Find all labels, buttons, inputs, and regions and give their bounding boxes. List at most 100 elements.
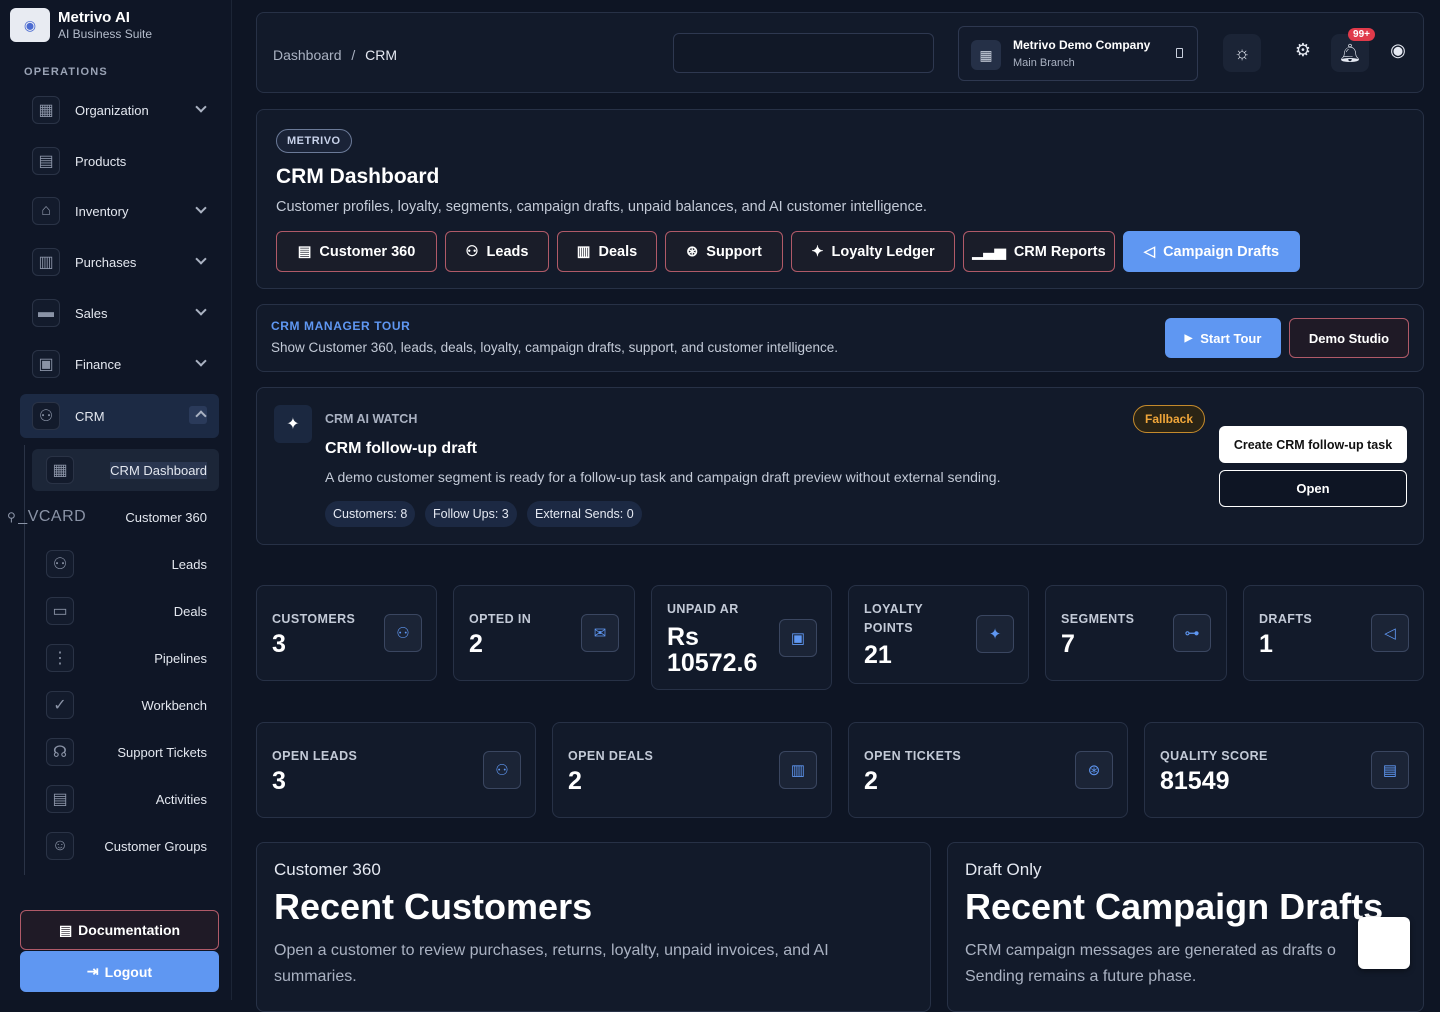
stat-card-segments[interactable]: SEGMENTS 7 ⊶: [1045, 585, 1227, 681]
sidebar-item-label: Inventory: [75, 203, 129, 219]
stat-card-quality-score[interactable]: QUALITY SCORE 81549 ▤: [1144, 722, 1424, 818]
notifications-button[interactable]: 🔔︎ 99+: [1331, 28, 1375, 72]
wallet-icon: ▣: [32, 350, 60, 378]
stat-label: CUSTOMERS: [272, 612, 356, 626]
stat-card-unpaid-ar[interactable]: UNPAID AR Rs 10572.6 ▣: [651, 585, 832, 690]
bell-icon: 🔔︎: [1338, 42, 1362, 63]
sidebar-item-label: Purchases: [75, 254, 137, 270]
hierarchy-icon: ⊶: [1173, 614, 1211, 652]
stat-card-open-leads[interactable]: OPEN LEADS 3 ⚇: [256, 722, 536, 818]
tab-label: Campaign Drafts: [1163, 243, 1280, 260]
stat-card-opted-in[interactable]: OPTED IN 2 ✉: [453, 585, 635, 681]
lifebuoy-icon: ⊛: [686, 243, 699, 260]
tab-campaign-drafts[interactable]: ◁ Campaign Drafts: [1123, 231, 1300, 272]
stat-label: QUALITY SCORE: [1160, 749, 1268, 763]
sidebar-subitem-support-tickets[interactable]: ☊ Support Tickets: [32, 731, 219, 773]
clipboard-check-icon: ▤: [1371, 751, 1409, 789]
tab-support[interactable]: ⊛ Support: [665, 231, 783, 272]
hero-card: METRIVO CRM Dashboard Customer profiles,…: [256, 109, 1424, 289]
sidebar-subitem-activities[interactable]: ▤ Activities: [32, 778, 219, 820]
breadcrumb-root[interactable]: Dashboard: [273, 47, 342, 63]
stat-value-line1: Rs: [667, 623, 699, 651]
brand[interactable]: ◉ Metrivo AI AI Business Suite: [10, 8, 152, 42]
stat-card-customers[interactable]: CUSTOMERS 3 ⚇: [256, 585, 437, 681]
stat-value: 2: [469, 630, 483, 658]
sparkles-icon: ✦: [811, 243, 824, 260]
open-button[interactable]: Open: [1219, 470, 1407, 507]
sidebar-item-label: Products: [75, 153, 127, 169]
calendar-icon: ▤: [46, 785, 74, 813]
ai-watch-title: CRM follow-up draft: [325, 440, 477, 457]
floating-assistant-button[interactable]: [1358, 917, 1410, 969]
sidebar-item-sales[interactable]: ▬ Sales: [20, 292, 219, 334]
panel-description: Open a customer to review purchases, ret…: [274, 942, 829, 985]
stat-label: OPEN LEADS: [272, 749, 358, 763]
stat-card-loyalty-points[interactable]: LOYALTY POINTS 21 ✦: [848, 585, 1029, 684]
sidebar: ◉ Metrivo AI AI Business Suite OPERATION…: [0, 0, 232, 1000]
stat-label: OPEN DEALS: [568, 749, 654, 763]
section-title: OPERATIONS: [24, 66, 108, 78]
register-icon: ▬: [32, 299, 60, 327]
stat-card-open-deals[interactable]: OPEN DEALS 2 ▥: [552, 722, 832, 818]
settings-button[interactable]: ⚙: [1284, 31, 1322, 69]
profile-button[interactable]: ◉: [1379, 31, 1417, 69]
cash-icon: ▣: [779, 619, 817, 657]
tab-leads[interactable]: ⚇ Leads: [445, 231, 549, 272]
tab-loyalty-ledger[interactable]: ✦ Loyalty Ledger: [791, 231, 955, 272]
user-plus-icon: ⚇: [483, 751, 521, 789]
briefcase-icon: ▭: [46, 597, 74, 625]
sidebar-subitem-workbench[interactable]: ✓ Workbench: [32, 684, 219, 726]
stat-value: 3: [272, 630, 286, 658]
sidebar-item-crm[interactable]: ⚇ CRM: [20, 394, 219, 438]
stat-card-open-tickets[interactable]: OPEN TICKETS 2 ⊛: [848, 722, 1128, 818]
tab-crm-reports[interactable]: ▁▃▅ CRM Reports: [963, 231, 1115, 272]
ai-watch-label: CRM AI WATCH: [325, 412, 418, 426]
breadcrumb: Dashboard / CRM: [273, 47, 397, 63]
chip-customers: Customers: 8: [325, 501, 416, 527]
sidebar-item-organization[interactable]: ▦ Organization: [20, 89, 219, 131]
panel-title: Recent Campaign Drafts: [965, 886, 1384, 927]
sidebar-item-finance[interactable]: ▣ Finance: [20, 343, 219, 385]
stat-value: 21: [864, 641, 892, 669]
sidebar-subitem-label: Deals: [173, 603, 207, 619]
panel-title: Recent Customers: [274, 886, 593, 927]
sidebar-item-inventory[interactable]: ⌂ Inventory: [20, 190, 219, 232]
stat-label: UNPAID AR: [667, 602, 739, 616]
id-card-icon: ▤: [297, 243, 312, 260]
demo-studio-button[interactable]: Demo Studio: [1289, 318, 1409, 358]
dashboard-icon: ▦: [46, 456, 74, 484]
tab-label: Loyalty Ledger: [831, 243, 935, 260]
demo-studio-label: Demo Studio: [1308, 330, 1390, 346]
users-icon: ⚇: [384, 614, 422, 652]
documentation-button[interactable]: ▤ Documentation: [20, 910, 219, 950]
create-follow-up-button[interactable]: Create CRM follow-up task: [1219, 426, 1407, 463]
stat-card-drafts[interactable]: DRAFTS 1 ◁: [1243, 585, 1424, 681]
logout-button[interactable]: ⇥ Logout: [20, 951, 219, 992]
search-input[interactable]: [673, 33, 934, 73]
stat-value: 1: [1259, 630, 1273, 658]
stat-value: 7: [1061, 630, 1075, 658]
document-icon: ▤: [58, 921, 73, 938]
chevron-down-icon: [195, 202, 207, 214]
company-selector[interactable]: ▦ Metrivo Demo Company Main Branch: [958, 26, 1198, 81]
tab-label: Deals: [598, 243, 638, 260]
sidebar-subitem-crm-dashboard[interactable]: ▦ CRM Dashboard: [32, 449, 219, 491]
tab-deals[interactable]: ▥ Deals: [557, 231, 657, 272]
user-plus-icon: ⚇: [46, 550, 74, 578]
tab-customer-360[interactable]: ▤ Customer 360: [276, 231, 437, 272]
sidebar-subitem-leads[interactable]: ⚇ Leads: [32, 543, 219, 585]
group-icon: ☺: [46, 832, 74, 860]
start-tour-button[interactable]: ▶ Start Tour: [1165, 318, 1281, 358]
megaphone-icon: ◁: [1371, 614, 1409, 652]
sidebar-subitem-pipelines[interactable]: ⋮ Pipelines: [32, 637, 219, 679]
tab-label: Leads: [486, 243, 529, 260]
check-circle-icon: ✓: [46, 691, 74, 719]
sidebar-subitem-customer-groups[interactable]: ☺ Customer Groups: [32, 825, 219, 867]
theme-toggle-button[interactable]: ☼: [1223, 34, 1261, 72]
notification-badge: 99+: [1348, 28, 1375, 41]
sidebar-subitem-deals[interactable]: ▭ Deals: [32, 590, 219, 632]
clipboard-icon: ▥: [32, 248, 60, 276]
sidebar-item-purchases[interactable]: ▥ Purchases: [20, 241, 219, 283]
sidebar-item-products[interactable]: ▤ Products: [20, 140, 219, 182]
chevron-down-icon: [195, 304, 207, 316]
